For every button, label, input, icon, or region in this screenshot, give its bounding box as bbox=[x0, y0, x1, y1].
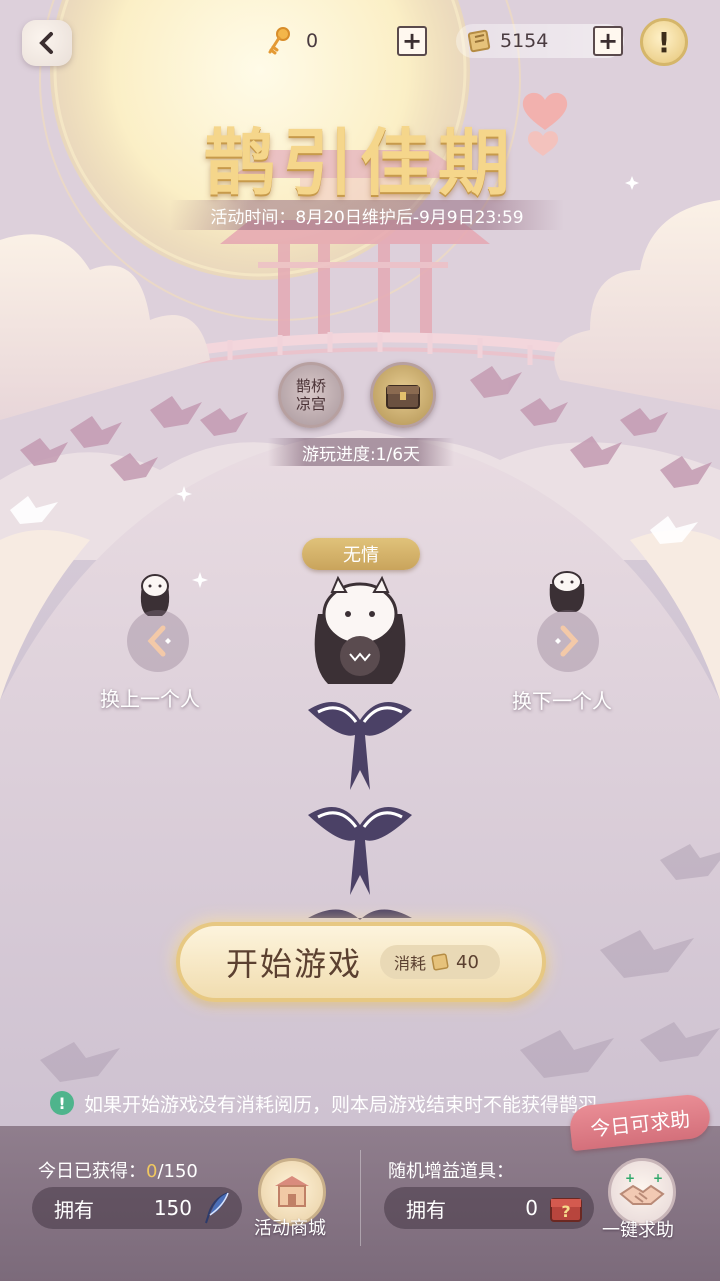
today-earned-label: 今日已获得： bbox=[38, 1161, 146, 1182]
cost-value: 40 bbox=[456, 951, 479, 973]
add-key-button[interactable]: + bbox=[397, 26, 427, 56]
next-character-thumb bbox=[549, 571, 585, 612]
back-arrow-icon bbox=[39, 32, 53, 54]
prev-character-label[interactable]: 换上一个人 bbox=[100, 683, 200, 712]
add-scroll-button[interactable]: + bbox=[593, 26, 623, 56]
one-click-help-label[interactable]: 一键求助 bbox=[602, 1216, 674, 1242]
event-shop-label[interactable]: 活动商城 bbox=[254, 1214, 326, 1240]
exclamation-icon: ! bbox=[657, 25, 671, 59]
chevron-left-icon bbox=[147, 625, 171, 657]
buff-owned-box: 拥有 0 ? bbox=[384, 1187, 594, 1229]
chest-icon bbox=[386, 385, 420, 409]
treasure-chest-icon: ? bbox=[550, 1198, 582, 1222]
next-character-button[interactable] bbox=[537, 610, 599, 672]
today-earned-total: /150 bbox=[157, 1161, 198, 1182]
reward-chest-badge[interactable] bbox=[370, 362, 436, 428]
plus-icon: + bbox=[401, 27, 423, 55]
cost-pill: 消耗 40 bbox=[380, 945, 501, 979]
key-counter: 0 bbox=[266, 26, 318, 56]
start-game-button[interactable]: 开始游戏 消耗 40 bbox=[176, 922, 546, 1002]
event-title: 鹊引佳期 bbox=[203, 120, 516, 205]
badge-text: 鹊桥 凉宫 bbox=[295, 377, 326, 413]
scroll-count: 5154 bbox=[500, 30, 549, 52]
scroll-icon bbox=[467, 29, 491, 53]
feather-icon bbox=[205, 1192, 229, 1224]
key-count: 0 bbox=[306, 30, 319, 52]
plus-icon: + bbox=[597, 27, 619, 55]
shop-icon bbox=[275, 1176, 309, 1207]
svg-text:+: + bbox=[653, 1172, 663, 1185]
own-label-2: 拥有 bbox=[406, 1197, 446, 1222]
chevron-right-icon bbox=[555, 625, 579, 657]
svg-text:+: + bbox=[625, 1172, 635, 1185]
feather-owned-box: 拥有 150 bbox=[32, 1187, 242, 1229]
today-earned-value: 0 bbox=[146, 1161, 158, 1182]
feather-owned-value: 150 bbox=[153, 1196, 192, 1220]
bottom-divider bbox=[360, 1150, 361, 1246]
scroll-icon bbox=[431, 953, 449, 971]
today-earned: 今日已获得：0/150 bbox=[38, 1157, 198, 1183]
character-name: 无情 bbox=[302, 538, 420, 570]
play-progress: 游玩进度:1/6天 bbox=[268, 438, 454, 466]
info-icon: ! bbox=[50, 1091, 74, 1115]
svg-text:?: ? bbox=[561, 1202, 570, 1221]
own-label: 拥有 bbox=[54, 1197, 94, 1222]
info-button[interactable]: ! bbox=[640, 18, 688, 66]
cost-label: 消耗 bbox=[394, 954, 427, 973]
handshake-icon: + + bbox=[619, 1172, 665, 1205]
start-game-label: 开始游戏 bbox=[226, 945, 363, 983]
event-time: 活动时间：8月20日维护后-9月9日23:59 bbox=[170, 200, 564, 230]
next-character-label[interactable]: 换下一个人 bbox=[512, 685, 612, 714]
buff-owned-value: 0 bbox=[525, 1196, 538, 1220]
prev-character-button[interactable] bbox=[127, 610, 189, 672]
character-avatar bbox=[314, 575, 406, 684]
key-icon bbox=[268, 27, 290, 55]
random-buff-label: 随机增益道具： bbox=[388, 1161, 514, 1182]
back-button[interactable] bbox=[22, 20, 72, 66]
tip-text: 如果开始游戏没有消耗阅历，则本局游戏结束时不能获得鹊羽 bbox=[84, 1093, 598, 1116]
magpie-bridge-badge[interactable]: 鹊桥 凉宫 bbox=[278, 362, 344, 428]
